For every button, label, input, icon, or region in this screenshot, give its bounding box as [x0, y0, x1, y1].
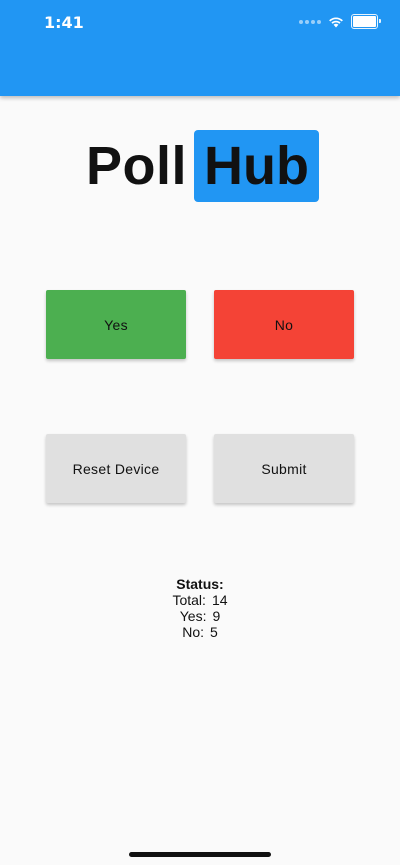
- status-panel: Status: Total: 14 Yes: 9 No: 5: [0, 576, 400, 640]
- total-value: 14: [211, 592, 228, 608]
- submit-button[interactable]: Submit: [214, 434, 354, 503]
- app-bar: 1:41: [0, 0, 400, 96]
- home-indicator[interactable]: [129, 852, 271, 857]
- yes-count-label: Yes:: [179, 608, 207, 624]
- signal-dots-icon: [299, 19, 321, 24]
- status-no-row: No: 5: [0, 624, 400, 640]
- app-logo: Poll Hub: [86, 130, 319, 202]
- total-label: Total:: [172, 592, 206, 608]
- battery-icon: [351, 14, 381, 29]
- no-count-value: 5: [210, 624, 218, 640]
- reset-device-button[interactable]: Reset Device: [46, 434, 186, 503]
- yes-count-value: 9: [212, 608, 221, 624]
- status-yes-row: Yes: 9: [0, 608, 400, 624]
- no-count-label: No:: [182, 624, 204, 640]
- logo-text-poll: Poll: [86, 136, 188, 196]
- status-total-row: Total: 14: [0, 592, 400, 608]
- no-button[interactable]: No: [214, 290, 354, 359]
- status-icons: [299, 14, 381, 29]
- status-title: Status:: [176, 576, 224, 592]
- logo-text-hub: Hub: [194, 130, 319, 202]
- status-time: 1:41: [44, 13, 84, 32]
- wifi-icon: [329, 16, 343, 27]
- yes-button[interactable]: Yes: [46, 290, 186, 359]
